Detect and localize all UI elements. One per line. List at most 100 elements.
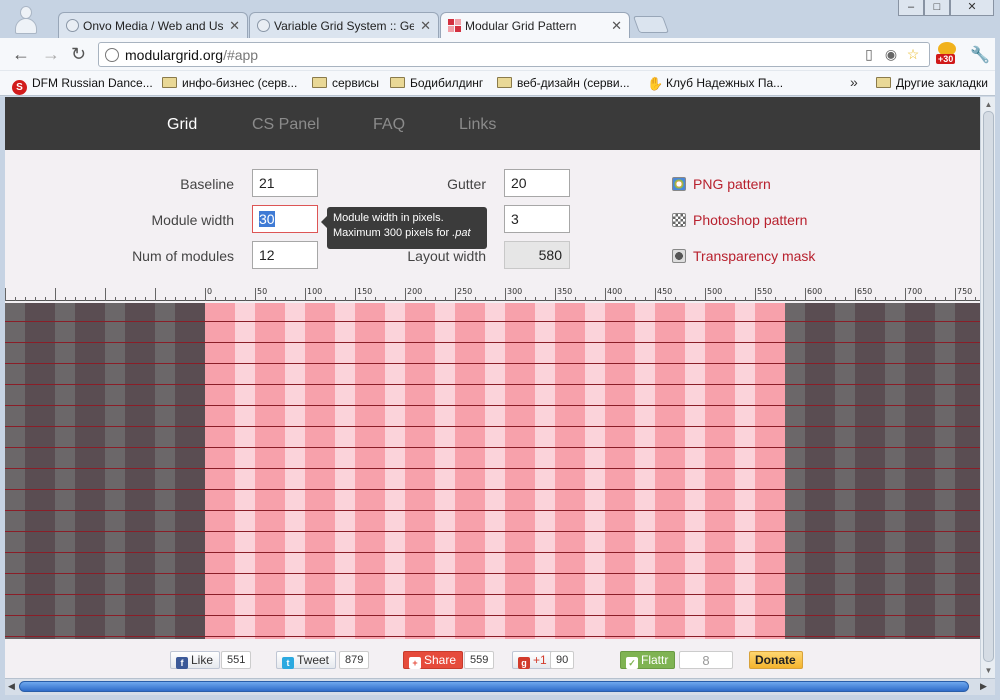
ruler-tick bbox=[775, 297, 776, 301]
baseline-rule bbox=[5, 447, 980, 448]
ruler-tick bbox=[15, 297, 16, 301]
tab-close-icon[interactable]: ✕ bbox=[420, 18, 431, 34]
vertical-scroll-thumb[interactable] bbox=[983, 111, 994, 662]
png-pattern-link[interactable]: PNG pattern bbox=[672, 176, 771, 192]
ruler-label: 100 bbox=[307, 287, 323, 296]
ruler-tick bbox=[355, 288, 356, 301]
bookmark-folder[interactable]: веб-дизайн (серви... bbox=[497, 76, 630, 90]
minimize-button[interactable]: – bbox=[898, 0, 924, 16]
tab-variable-grid[interactable]: Variable Grid System :: Ger ✕ bbox=[249, 12, 439, 38]
scroll-left-arrow-icon[interactable]: ◀ bbox=[8, 681, 15, 692]
ruler-label: 150 bbox=[357, 287, 373, 296]
photoshop-pattern-link[interactable]: Photoshop pattern bbox=[672, 212, 807, 228]
window-frame-right bbox=[995, 38, 1000, 700]
baseline-input[interactable]: 21 bbox=[252, 169, 318, 197]
ruler-tick bbox=[625, 297, 626, 301]
outside-gutter-column bbox=[105, 303, 125, 639]
baseline-rule bbox=[5, 510, 980, 511]
ruler-tick bbox=[525, 297, 526, 301]
module-width-tooltip: Module width in pixels. Maximum 300 pixe… bbox=[321, 207, 487, 249]
extension-icon[interactable]: +30 bbox=[936, 42, 958, 66]
donate-button[interactable]: Donate bbox=[749, 651, 803, 669]
tab-close-icon[interactable]: ✕ bbox=[611, 18, 622, 34]
flattr-button[interactable]: ✓ Flattr bbox=[620, 651, 676, 669]
tweet-button[interactable]: t Tweet bbox=[276, 651, 337, 669]
close-window-button[interactable]: ✕ bbox=[950, 0, 994, 16]
bookmark-item[interactable]: ✋ Клуб Надежных Па... bbox=[647, 76, 783, 90]
module-column bbox=[355, 303, 385, 639]
address-bar[interactable]: modulargrid.org/#app ▯ ◉ ☆ bbox=[98, 42, 930, 67]
module-column bbox=[755, 303, 785, 639]
url-path: /#app bbox=[223, 47, 259, 63]
ruler-tick bbox=[85, 297, 86, 301]
scroll-right-arrow-icon[interactable]: ▶ bbox=[980, 681, 987, 692]
share-button[interactable]: + Share bbox=[403, 651, 464, 669]
bookmark-folder[interactable]: инфо-бизнес (серв... bbox=[162, 76, 297, 90]
vertical-scrollbar[interactable]: ▲ ▼ bbox=[980, 97, 995, 678]
google-plusone-button[interactable]: g +1 bbox=[512, 651, 554, 669]
mask-icon bbox=[672, 249, 686, 263]
ruler-tick bbox=[195, 297, 196, 301]
module-width-value: 30 bbox=[259, 211, 275, 227]
baseline-rule bbox=[5, 615, 980, 616]
ruler-tick bbox=[925, 297, 926, 301]
star-bookmark-icon[interactable]: ☆ bbox=[905, 46, 921, 63]
ruler-tick bbox=[645, 297, 646, 301]
bookmark-item[interactable]: S DFM Russian Dance... bbox=[12, 76, 153, 95]
ruler-tick bbox=[635, 297, 636, 301]
tab-onvo-media[interactable]: Onvo Media / Web and Use ✕ bbox=[58, 12, 248, 38]
bookmark-folder[interactable]: Бодибилдинг bbox=[390, 76, 483, 90]
ruler-tick bbox=[185, 297, 186, 301]
ruler-tick bbox=[805, 288, 806, 301]
horizontal-scroll-thumb[interactable] bbox=[19, 681, 969, 692]
back-arrow-icon[interactable]: ← bbox=[12, 45, 30, 63]
ruler-tick bbox=[825, 297, 826, 301]
page-viewport: Grid CS Panel FAQ Links Baseline 21 Modu… bbox=[5, 97, 980, 678]
transparency-mask-link[interactable]: Transparency mask bbox=[672, 248, 815, 264]
gutter-column bbox=[485, 303, 505, 639]
profile-avatar-icon[interactable] bbox=[14, 6, 38, 34]
gutter-column bbox=[385, 303, 405, 639]
horizontal-scrollbar[interactable]: ◀ ▶ bbox=[5, 678, 995, 695]
ruler-tick bbox=[345, 297, 346, 301]
tab-strip: Onvo Media / Web and Use ✕ Variable Grid… bbox=[0, 0, 1000, 39]
globe-icon bbox=[105, 48, 119, 62]
forward-arrow-icon[interactable]: → bbox=[42, 45, 60, 63]
ruler-tick bbox=[75, 297, 76, 301]
module-column bbox=[705, 303, 735, 639]
nav-faq[interactable]: FAQ bbox=[373, 116, 405, 134]
outside-gutter-column bbox=[55, 303, 75, 639]
nav-links[interactable]: Links bbox=[459, 116, 496, 134]
module-width-input[interactable]: 30 bbox=[252, 205, 318, 233]
gutter-label: Gutter bbox=[447, 176, 486, 192]
facebook-like-button[interactable]: f Like bbox=[170, 651, 221, 669]
page-icon[interactable]: ▯ bbox=[861, 46, 877, 63]
nav-grid[interactable]: Grid bbox=[167, 116, 197, 134]
nav-cs-panel[interactable]: CS Panel bbox=[252, 116, 320, 134]
wrench-menu-icon[interactable]: 🔧 bbox=[970, 45, 990, 65]
tab-close-icon[interactable]: ✕ bbox=[229, 18, 240, 34]
photoshop-pattern-icon bbox=[672, 213, 686, 227]
scroll-down-arrow-icon[interactable]: ▼ bbox=[983, 666, 994, 675]
tab-title: Onvo Media / Web and Use bbox=[83, 19, 223, 33]
facebook-icon: f bbox=[176, 657, 188, 669]
other-bookmarks[interactable]: Другие закладки bbox=[876, 76, 988, 90]
folder-icon bbox=[497, 77, 512, 88]
gutter-input[interactable]: 20 bbox=[504, 169, 570, 197]
baseline-rule bbox=[5, 594, 980, 595]
window-controls: – □ ✕ bbox=[898, 0, 994, 16]
reload-icon[interactable]: ↻ bbox=[71, 45, 86, 63]
bookmark-folder[interactable]: сервисы bbox=[312, 76, 379, 90]
tab-modular-grid[interactable]: Modular Grid Pattern ✕ bbox=[440, 12, 630, 39]
num-modules-input[interactable]: 12 bbox=[252, 241, 318, 269]
maximize-button[interactable]: □ bbox=[924, 0, 950, 16]
pixel-ruler: 0 50 100 150 200 250 300 350 400 450 500 550 600 650 7… bbox=[5, 287, 980, 301]
lightbulb-icon[interactable]: ◉ bbox=[883, 46, 899, 63]
ruler-tick bbox=[735, 297, 736, 301]
ruler-tick bbox=[405, 288, 406, 301]
url-text[interactable]: modulargrid.org/#app bbox=[125, 47, 258, 63]
module-height-input[interactable]: 3 bbox=[504, 205, 570, 233]
bookmarks-overflow-icon[interactable]: » bbox=[850, 74, 858, 90]
new-tab-button[interactable] bbox=[632, 16, 670, 33]
scroll-up-arrow-icon[interactable]: ▲ bbox=[983, 100, 994, 109]
